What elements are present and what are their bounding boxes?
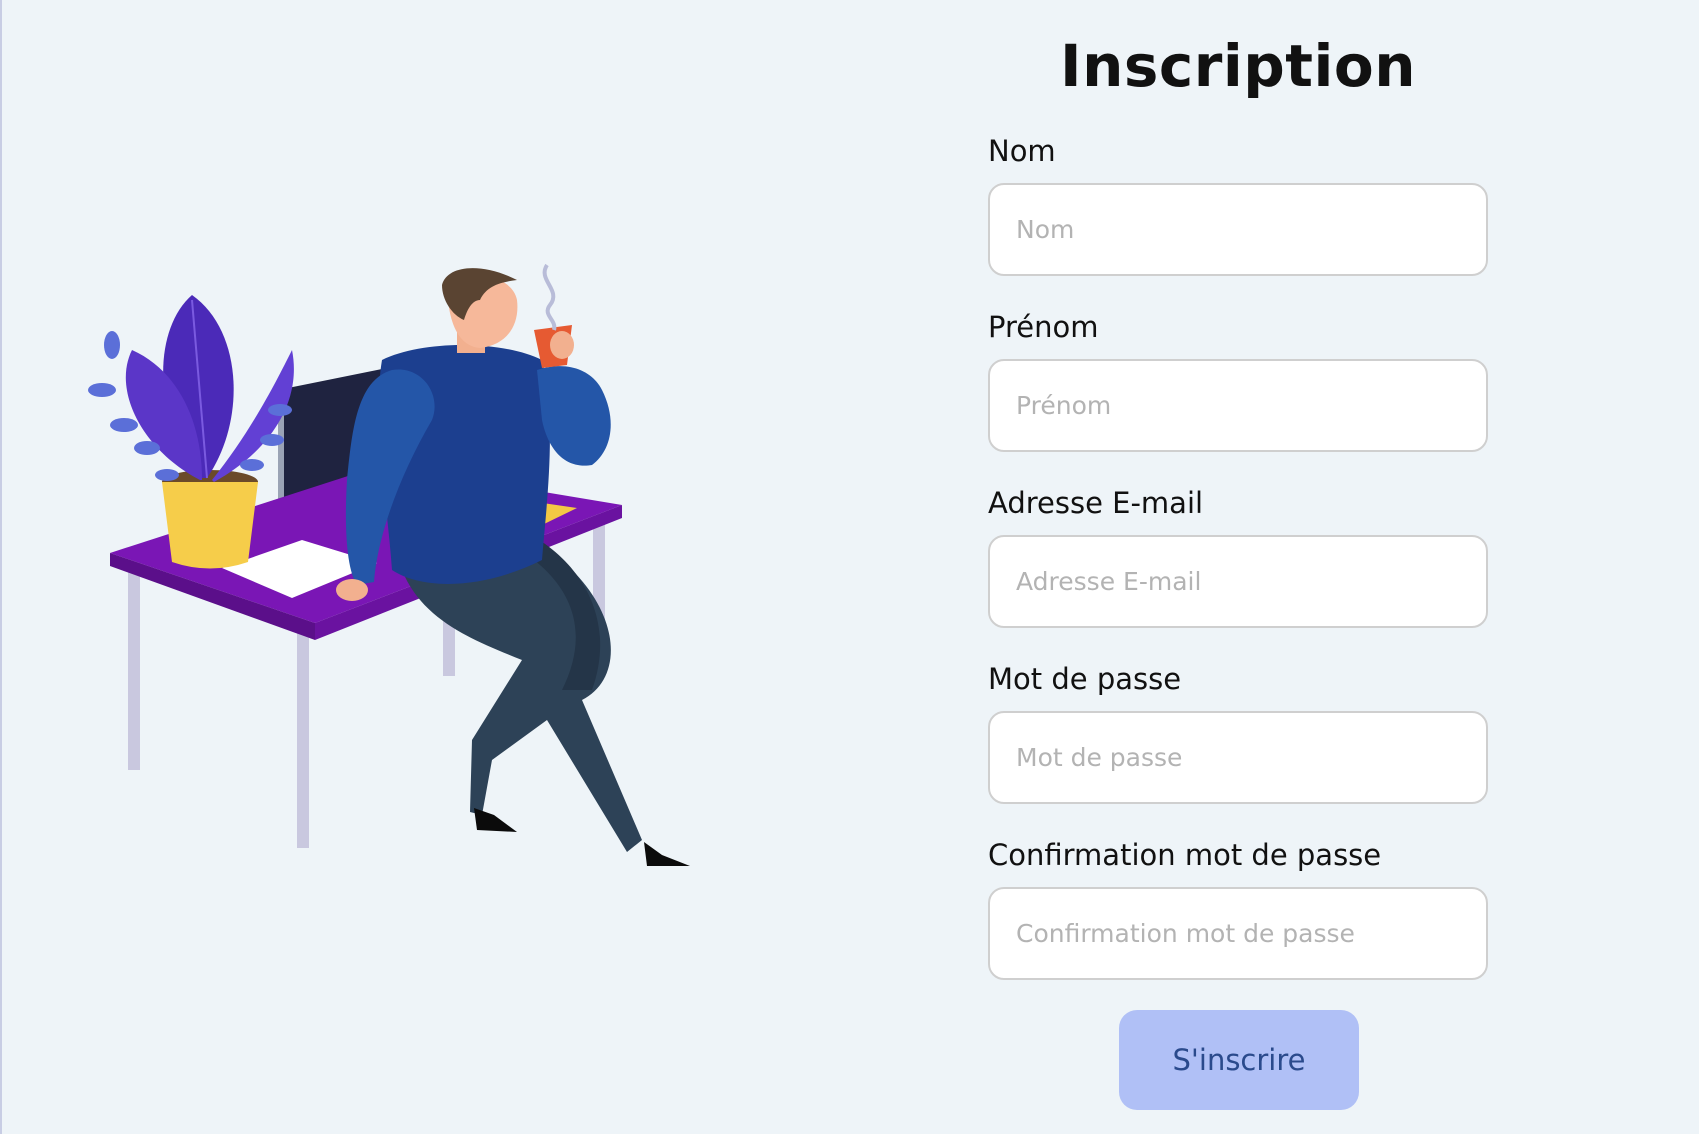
form-title: Inscription: [1059, 32, 1417, 100]
field-password: Mot de passe: [988, 661, 1488, 804]
plant-pot: [162, 470, 258, 569]
nom-input[interactable]: [988, 183, 1488, 276]
field-email: Adresse E-mail: [988, 485, 1488, 628]
prenom-label: Prénom: [988, 310, 1099, 344]
plant-leaves: [88, 295, 294, 482]
nom-label: Nom: [988, 134, 1056, 168]
signup-page: Inscription Nom Prénom Adresse E-mail Mo…: [0, 0, 1697, 1134]
field-password-confirm: Confirmation mot de passe: [988, 837, 1488, 980]
field-nom: Nom: [988, 133, 1488, 276]
email-label: Adresse E-mail: [988, 486, 1204, 520]
email-input[interactable]: [988, 535, 1488, 628]
prenom-input[interactable]: [988, 359, 1488, 452]
password-confirm-input[interactable]: [988, 887, 1488, 980]
field-prenom: Prénom: [988, 309, 1488, 452]
password-input[interactable]: [988, 711, 1488, 804]
signup-button[interactable]: S'inscrire: [1119, 1010, 1359, 1110]
password-label: Mot de passe: [988, 662, 1182, 696]
password-confirm-label: Confirmation mot de passe: [988, 838, 1382, 872]
office-illustration: [88, 263, 690, 866]
